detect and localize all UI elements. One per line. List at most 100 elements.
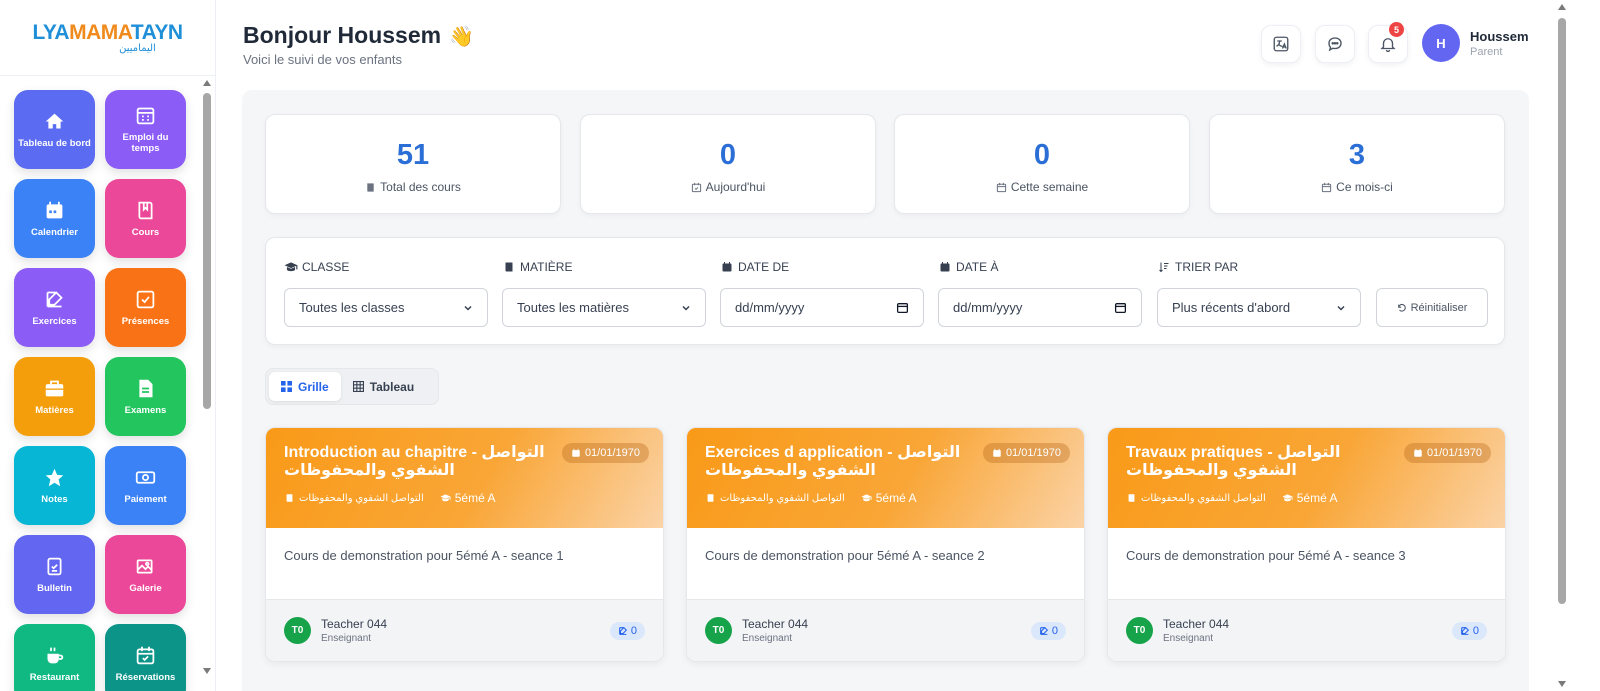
sidebar-item-tableau-de-bord[interactable]: Tableau de bord: [14, 90, 95, 169]
input-placeholder: dd/mm/yyyy: [735, 300, 805, 315]
page-scroll-thumb[interactable]: [1558, 18, 1566, 604]
course-meta: التواصل الشفوي والمحفوظات 5émé A: [1126, 491, 1353, 505]
sidebar-scrollbar[interactable]: [201, 78, 213, 676]
scroll-up-arrow-icon[interactable]: [203, 80, 211, 86]
edit-icon: [619, 626, 627, 635]
translate-button[interactable]: [1261, 25, 1301, 63]
stat-value: 0: [719, 139, 737, 171]
sidebar-item-reservations[interactable]: Réservations: [105, 624, 186, 691]
grid-view-button[interactable]: Grille: [269, 372, 341, 401]
date-a-input[interactable]: dd/mm/yyyy: [938, 288, 1142, 327]
sidebar-item-restaurant[interactable]: Restaurant: [14, 624, 95, 691]
filter-trier-label: TRIER PAR: [1157, 260, 1238, 274]
course-card[interactable]: Introduction au chapitre - التواصل الشفو…: [265, 427, 664, 662]
stat-label: Aujourd'hui: [581, 180, 875, 194]
logo-subtext: اليماميين: [119, 42, 156, 54]
teacher-avatar: T0: [705, 617, 732, 644]
translate-icon: [1273, 36, 1289, 52]
teacher-name: Teacher 044: [321, 617, 388, 631]
calendar-picker-icon[interactable]: [896, 301, 909, 314]
calendar-check-icon: [136, 646, 155, 664]
sidebar-item-paiement[interactable]: Paiement: [105, 446, 186, 525]
edit-icon: [1040, 626, 1048, 635]
sidebar-item-matieres[interactable]: Matières: [14, 357, 95, 436]
date-de-input[interactable]: dd/mm/yyyy: [720, 288, 924, 327]
teacher-info: Teacher 044 Enseignant: [1163, 617, 1229, 644]
course-meta: التواصل الشفوي والمحفوظات 5émé A: [705, 491, 932, 505]
course-subject: التواصل الشفوي والمحفوظات: [720, 492, 845, 504]
chevron-down-icon: [1337, 305, 1345, 311]
table-view-button[interactable]: Tableau: [341, 372, 426, 401]
exercise-count: 0: [630, 624, 637, 637]
course-date-badge: 01/01/1970: [561, 443, 649, 463]
sidebar-item-cours[interactable]: Cours: [105, 179, 186, 258]
exercise-count-badge[interactable]: 0: [1451, 621, 1487, 640]
calendar-picker-icon[interactable]: [1114, 301, 1127, 314]
chat-icon: [1328, 37, 1342, 52]
calendar-icon: [722, 262, 732, 272]
greeting-text: Bonjour Houssem: [243, 22, 442, 48]
calendar-icon: [46, 201, 63, 218]
sidebar-item-notes[interactable]: Notes: [14, 446, 95, 525]
label-text: TRIER PAR: [1175, 260, 1239, 274]
user-menu[interactable]: H Houssem Parent: [1422, 24, 1529, 62]
stat-value: 3: [1348, 139, 1366, 171]
filter-panel: CLASSE Toutes les classes MATIÈRE Toutes…: [265, 237, 1505, 345]
page-scrollbar[interactable]: [1556, 0, 1568, 691]
course-card-header: Travaux pratiques - التواصل الشفوي والمح…: [1108, 428, 1505, 528]
scroll-down-arrow-icon[interactable]: [203, 668, 211, 674]
sidebar-item-exercices[interactable]: Exercices: [14, 268, 95, 347]
course-card[interactable]: Travaux pratiques - التواصل الشفوي والمح…: [1107, 427, 1506, 662]
sidebar-item-calendrier[interactable]: Calendrier: [14, 179, 95, 258]
sidebar-scroll-thumb[interactable]: [203, 93, 211, 409]
teacher-role: Enseignant: [1163, 633, 1214, 644]
exercise-count: 0: [1472, 624, 1479, 637]
logo[interactable]: LYAMAMATAYN اليماميين: [0, 0, 215, 76]
table-view-label: Tableau: [369, 379, 415, 394]
sidebar-item-presences[interactable]: Présences: [105, 268, 186, 347]
matiere-select[interactable]: Toutes les matières: [502, 288, 706, 327]
exercise-count-badge[interactable]: 0: [609, 621, 645, 640]
page-title: Bonjour Houssem 👋: [243, 22, 474, 49]
calendar-grid-icon: [136, 107, 155, 125]
bell-icon: [1380, 38, 1396, 53]
book-icon: [367, 182, 374, 192]
label-text: DATE DE: [738, 260, 790, 274]
filter-date-de-label: DATE DE: [720, 260, 789, 274]
money-icon: [135, 470, 156, 484]
classe-select[interactable]: Toutes les classes: [284, 288, 488, 327]
calendar-icon: [1414, 448, 1422, 457]
scroll-up-arrow-icon[interactable]: [1558, 4, 1566, 10]
coffee-icon: [47, 647, 64, 663]
stat-label-text: Ce mois-ci: [1336, 180, 1393, 194]
sidebar-item-galerie[interactable]: Galerie: [105, 535, 186, 614]
notifications-button[interactable]: 5: [1368, 22, 1408, 63]
sidebar-item-label: Galerie: [129, 582, 162, 594]
sidebar-item-examens[interactable]: Examens: [105, 357, 186, 436]
sidebar-item-label: Emploi du temps: [122, 132, 169, 154]
label-text: DATE À: [956, 260, 999, 274]
messages-button[interactable]: [1315, 25, 1355, 63]
calendar-check-icon: [691, 182, 701, 192]
reset-button[interactable]: Réinitialiser: [1376, 288, 1488, 327]
course-class: 5émé A: [1296, 491, 1338, 505]
scroll-down-arrow-icon[interactable]: [1558, 681, 1566, 687]
view-toggle: Grille Tableau: [265, 368, 439, 405]
report-icon: [47, 557, 62, 575]
trier-select[interactable]: Plus récents d'abord: [1157, 288, 1361, 327]
course-class: 5émé A: [875, 491, 917, 505]
exercise-count: 0: [1051, 624, 1058, 637]
exercise-count-badge[interactable]: 0: [1030, 621, 1066, 640]
checkbox-icon: [136, 290, 155, 308]
course-subject: التواصل الشفوي والمحفوظات: [1141, 492, 1266, 504]
teacher-role: Enseignant: [742, 633, 793, 644]
sidebar-item-bulletin[interactable]: Bulletin: [14, 535, 95, 614]
course-title: Introduction au chapitre - التواصل الشفو…: [284, 444, 545, 479]
star-icon: [45, 468, 64, 486]
course-card[interactable]: Exercices d application - التواصل الشفوي…: [686, 427, 1085, 662]
briefcase-icon: [45, 380, 64, 396]
sidebar-item-label: Bulletin: [37, 582, 72, 594]
logo-text: LYAMAMATAYN: [32, 20, 183, 44]
course-meta: التواصل الشفوي والمحفوظات 5émé A: [284, 491, 511, 505]
sidebar-item-emploi-du-temps[interactable]: Emploi du temps: [105, 90, 186, 169]
